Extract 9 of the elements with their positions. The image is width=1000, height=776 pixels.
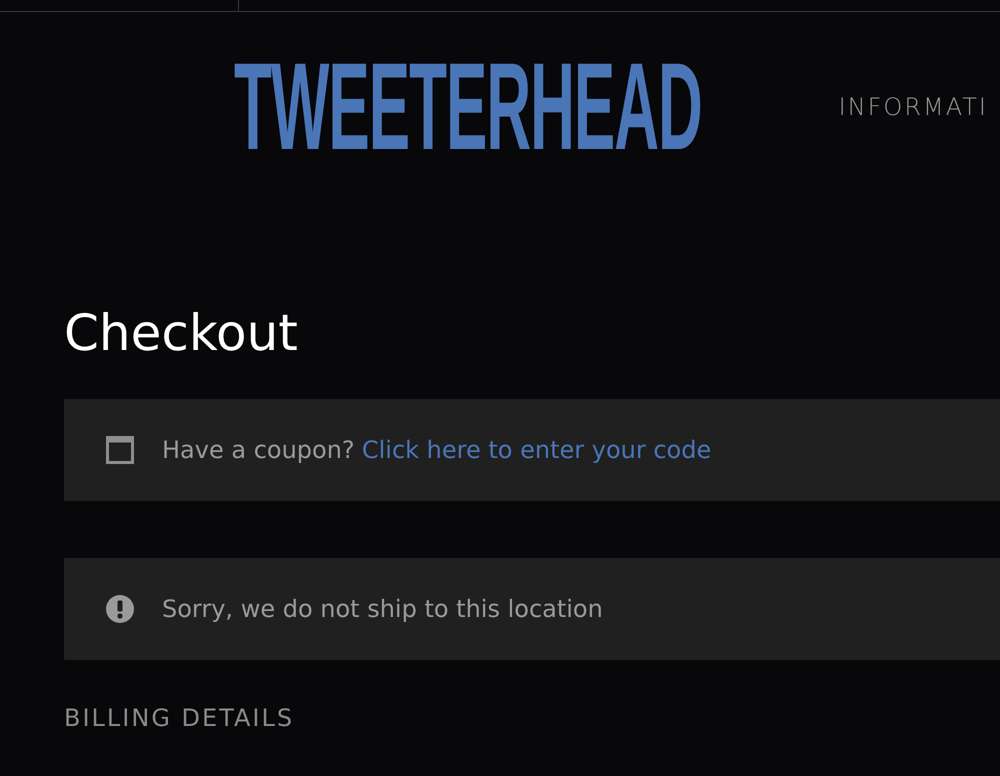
section-heading: BILLING DETAILS [64, 704, 296, 732]
notice-text: Have a coupon? Click here to enter your code [162, 436, 712, 464]
nav-link[interactable]: INFORMATI [838, 93, 988, 121]
notice-text: Sorry, we do not ship to this location [162, 595, 603, 623]
coupon-link[interactable]: Click here to enter your code [362, 436, 712, 464]
window-icon [106, 436, 134, 464]
alert-icon [106, 595, 134, 623]
logo[interactable]: TWEETERHEAD [234, 45, 702, 169]
page-title: Checkout [64, 306, 299, 361]
